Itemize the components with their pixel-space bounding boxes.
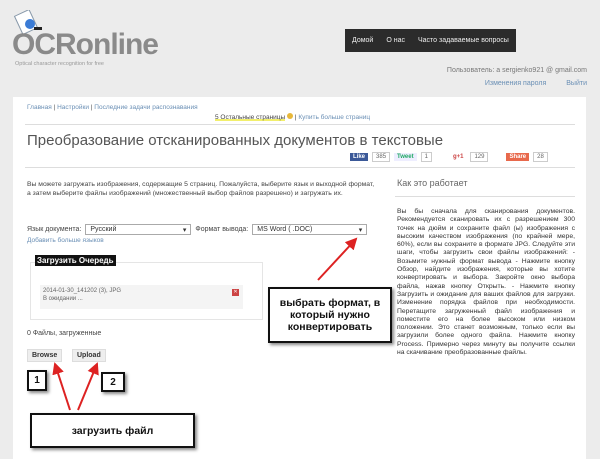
annotation-2: 2 <box>101 372 125 392</box>
arrow-to-format <box>317 237 358 281</box>
arrow-to-upload <box>77 362 99 411</box>
annotation-arrows <box>52 237 358 411</box>
annotation-format: выбрать формат, в который нужно конверти… <box>268 287 392 343</box>
annotation-1: 1 <box>27 370 47 391</box>
arrow-to-browse <box>52 362 71 411</box>
annotation-upload: загрузить файл <box>30 413 195 448</box>
